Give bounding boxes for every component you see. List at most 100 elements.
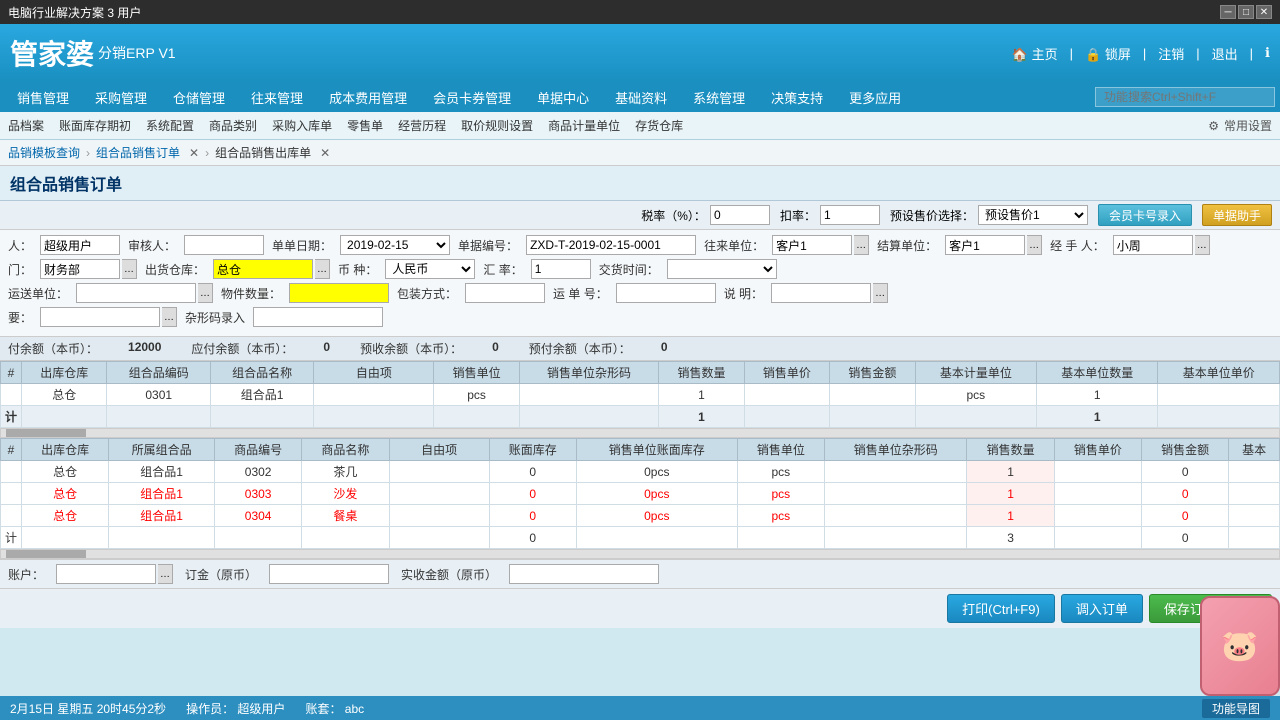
handler-input[interactable] bbox=[1113, 235, 1193, 255]
doc-helper-btn[interactable]: 单据助手 bbox=[1202, 204, 1272, 226]
date-label: 单单日期： bbox=[272, 237, 332, 254]
settleunit-dots-btn[interactable]: … bbox=[1027, 235, 1042, 255]
subnav-retail[interactable]: 零售单 bbox=[347, 117, 383, 134]
home-link[interactable]: 🏠 主页 bbox=[1012, 44, 1058, 63]
exit-link[interactable]: 退出 bbox=[1212, 44, 1238, 63]
nav-warehouse[interactable]: 仓储管理 bbox=[161, 85, 237, 110]
lock-link[interactable]: 🔒 锁屏 bbox=[1085, 44, 1131, 63]
price-select[interactable]: 预设售价1 bbox=[978, 205, 1088, 225]
pack-input[interactable] bbox=[465, 283, 545, 303]
form-area: 人： 审核人： 单单日期： 2019-02-15 单据编号： 往来单位： … 结… bbox=[0, 230, 1280, 337]
nav-transactions[interactable]: 往来管理 bbox=[239, 85, 315, 110]
top-th-12: 基本单位单价 bbox=[1158, 362, 1280, 384]
nav-member[interactable]: 会员卡券管理 bbox=[421, 85, 523, 110]
actual-label: 实收金额（原币） bbox=[401, 566, 497, 583]
receive-label: 应付余额（本币）： bbox=[191, 340, 293, 357]
table-row[interactable]: 总仓 组合品1 0303 沙发 0 0pcs pcs 1 0 bbox=[1, 483, 1280, 505]
subnav-history[interactable]: 经营历程 bbox=[398, 117, 446, 134]
bot-th-2: 所属组合品 bbox=[109, 439, 215, 461]
warehouse-dots-btn[interactable]: … bbox=[315, 259, 330, 279]
minimize-btn[interactable]: ─ bbox=[1220, 5, 1236, 19]
partsqty-input[interactable] bbox=[289, 283, 389, 303]
remark-input[interactable] bbox=[771, 283, 871, 303]
tounit-dots-btn[interactable]: … bbox=[854, 235, 869, 255]
bot-th-7: 销售单位账面库存 bbox=[576, 439, 737, 461]
breadcrumb-close-2[interactable]: ✕ bbox=[320, 146, 330, 160]
exchange-label: 汇 率： bbox=[483, 261, 522, 278]
docno-input[interactable] bbox=[526, 235, 696, 255]
shipno-input[interactable] bbox=[616, 283, 716, 303]
actual-input[interactable] bbox=[509, 564, 659, 584]
account-dots-btn[interactable]: … bbox=[158, 564, 173, 584]
sep2: | bbox=[1143, 46, 1146, 61]
bot-th-12: 销售金额 bbox=[1142, 439, 1229, 461]
subnav-price[interactable]: 取价规则设置 bbox=[461, 117, 533, 134]
require-input[interactable] bbox=[40, 307, 160, 327]
shipping-dots-btn[interactable]: … bbox=[198, 283, 213, 303]
subnav-stock-init[interactable]: 账面库存期初 bbox=[59, 117, 131, 134]
footer-form: 账户： … 订金（原币） 实收金额（原币） bbox=[0, 559, 1280, 588]
pack-label: 包装方式： bbox=[397, 285, 457, 302]
nav-purchase[interactable]: 采购管理 bbox=[83, 85, 159, 110]
subnav-warehouse[interactable]: 存货仓库 bbox=[635, 117, 683, 134]
remark-dots-btn[interactable]: … bbox=[873, 283, 888, 303]
member-card-btn[interactable]: 会员卡号录入 bbox=[1098, 204, 1192, 226]
order-input[interactable] bbox=[269, 564, 389, 584]
warehouse-input[interactable] bbox=[213, 259, 313, 279]
bot-th-0: # bbox=[1, 439, 22, 461]
main-search-input[interactable] bbox=[1095, 87, 1275, 107]
exchange-input[interactable] bbox=[531, 259, 591, 279]
sub-nav: 品档案 账面库存期初 系统配置 商品类别 采购入库单 零售单 经营历程 取价规则… bbox=[0, 112, 1280, 140]
info-link[interactable]: ℹ bbox=[1265, 45, 1270, 61]
nav-sales[interactable]: 销售管理 bbox=[5, 85, 81, 110]
remark-label: 说 明： bbox=[724, 285, 763, 302]
table-row[interactable]: 总仓 组合品1 0304 餐桌 0 0pcs pcs 1 0 bbox=[1, 505, 1280, 527]
require-dots-btn[interactable]: … bbox=[162, 307, 177, 327]
barcode-input[interactable] bbox=[253, 307, 383, 327]
nav-vouchers[interactable]: 单据中心 bbox=[525, 85, 601, 110]
nav-system[interactable]: 系统管理 bbox=[681, 85, 757, 110]
subnav-config[interactable]: 系统配置 bbox=[146, 117, 194, 134]
date-select[interactable]: 2019-02-15 bbox=[340, 235, 450, 255]
breadcrumb-close-1[interactable]: ✕ bbox=[189, 146, 199, 160]
bot-th-11: 销售单价 bbox=[1054, 439, 1141, 461]
audit-input[interactable] bbox=[184, 235, 264, 255]
func-map-btn[interactable]: 功能导图 bbox=[1212, 702, 1260, 716]
advancepay-label: 预付余额（本币）： bbox=[529, 340, 631, 357]
settleunit-input[interactable] bbox=[945, 235, 1025, 255]
table-row[interactable]: 总仓 0301 组合品1 pcs 1 pcs 1 bbox=[1, 384, 1280, 406]
import-order-btn[interactable]: 调入订单 bbox=[1061, 594, 1143, 623]
tradedate-select[interactable] bbox=[667, 259, 777, 279]
close-btn[interactable]: ✕ bbox=[1256, 5, 1272, 19]
person-input[interactable] bbox=[40, 235, 120, 255]
tax-input[interactable] bbox=[710, 205, 770, 225]
nav-basic[interactable]: 基础资料 bbox=[603, 85, 679, 110]
operator-value: 超级用户 bbox=[237, 702, 285, 716]
account-input[interactable] bbox=[56, 564, 156, 584]
subnav-category[interactable]: 商品类别 bbox=[209, 117, 257, 134]
print-btn[interactable]: 打印(Ctrl+F9) bbox=[947, 594, 1055, 623]
restore-btn[interactable]: □ bbox=[1238, 5, 1254, 19]
tounit-label: 往来单位： bbox=[704, 237, 764, 254]
nav-more[interactable]: 更多应用 bbox=[837, 85, 913, 110]
nav-cost[interactable]: 成本费用管理 bbox=[317, 85, 419, 110]
subnav-uom[interactable]: 商品计量单位 bbox=[548, 117, 620, 134]
common-settings-label[interactable]: 常用设置 bbox=[1224, 117, 1272, 134]
dept-input[interactable] bbox=[40, 259, 120, 279]
breadcrumb-item-1[interactable]: 组合品销售订单 bbox=[96, 144, 180, 161]
logout-link[interactable]: 注销 bbox=[1158, 44, 1184, 63]
nav-decision[interactable]: 决策支持 bbox=[759, 85, 835, 110]
bot-th-5: 自由项 bbox=[389, 439, 489, 461]
breadcrumb-item-0[interactable]: 品销模板查询 bbox=[8, 144, 80, 161]
dept-dots-btn[interactable]: … bbox=[122, 259, 137, 279]
tounit-input[interactable] bbox=[772, 235, 852, 255]
table-row[interactable]: 总仓 组合品1 0302 茶几 0 0pcs pcs 1 0 bbox=[1, 461, 1280, 483]
subnav-archive[interactable]: 品档案 bbox=[8, 117, 44, 134]
shipping-input[interactable] bbox=[76, 283, 196, 303]
breadcrumb-sep-1: › bbox=[205, 146, 209, 160]
discount-input[interactable] bbox=[820, 205, 880, 225]
footer-buttons: 打印(Ctrl+F9) 调入订单 保存订单（F8） bbox=[0, 588, 1280, 628]
currency-select[interactable]: 人民币 bbox=[385, 259, 475, 279]
subnav-po[interactable]: 采购入库单 bbox=[272, 117, 332, 134]
handler-dots-btn[interactable]: … bbox=[1195, 235, 1210, 255]
